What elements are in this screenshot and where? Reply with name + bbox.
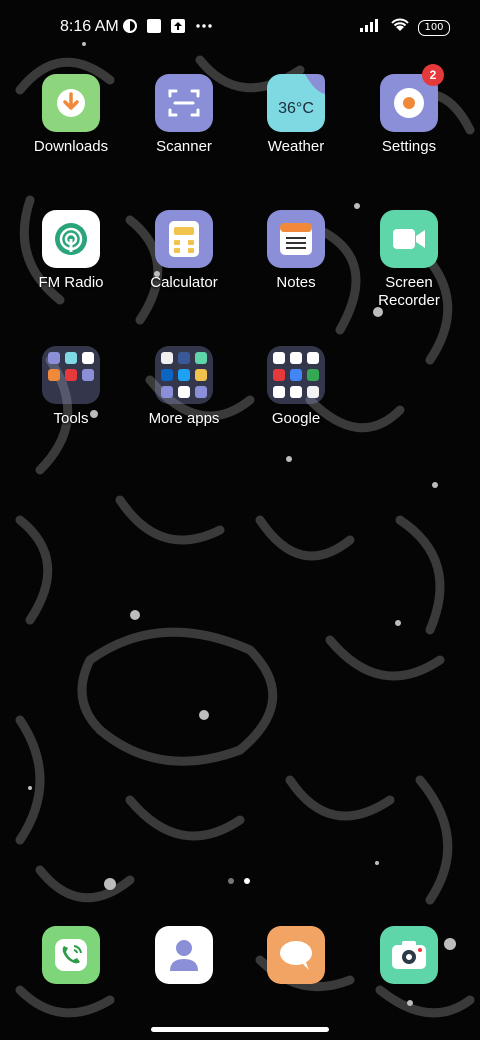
mini-app-icon [195,352,207,364]
mini-app-icon [273,386,285,398]
app-screen-recorder[interactable]: Screen Recorder [354,210,464,310]
status-right-icons: 100 [360,17,450,38]
signal-icon [360,18,382,37]
dock-phone[interactable] [16,926,126,984]
app-label: Settings [381,138,437,155]
folder-icon [42,346,100,404]
notification-square-icon [146,18,162,39]
mini-app-icon [307,352,319,364]
app-label: Google [271,410,321,427]
mini-app-icon [161,352,173,364]
battery-indicator: 100 [418,19,450,36]
mini-app-icon [273,369,285,381]
app-label: Calculator [150,274,218,291]
folder-tools[interactable]: Tools [16,346,126,428]
download-icon [42,74,100,132]
mini-app-icon [290,352,302,364]
status-notification-icons [122,18,214,39]
mini-app-icon [178,352,190,364]
app-label: Scanner [156,138,212,155]
mini-app-icon [195,386,207,398]
folder-icon [155,346,213,404]
status-time: 8:16 AM [60,18,119,35]
mini-app-icon [307,386,319,398]
contacts-icon [155,926,213,984]
video-camera-icon [380,210,438,268]
folder-more-apps[interactable]: More apps [129,346,239,428]
calculator-icon [155,210,213,268]
dock-camera[interactable] [354,926,464,984]
wallpaper [15,42,475,1018]
weather-icon: 36°C [267,74,325,132]
more-horizontal-icon [194,18,214,39]
page-dot[interactable] [228,878,234,884]
app-label: FM Radio [38,274,104,291]
mini-app-icon [273,352,285,364]
folder-google[interactable]: Google [241,346,351,428]
app-label: Screen Recorder [378,274,440,309]
app-fm-radio[interactable]: FM Radio [16,210,126,292]
mini-app-icon [178,386,190,398]
gear-icon: 2 [380,64,444,132]
scanner-icon [155,74,213,132]
app-label: Downloads [33,138,109,155]
notification-app-icon [122,18,138,39]
app-label: More apps [148,410,220,427]
radio-icon [42,210,100,268]
gesture-navigation-handle[interactable] [151,1027,329,1032]
app-label: Tools [53,410,89,427]
mini-app-icon [48,352,60,364]
camera-icon [380,926,438,984]
page-dot-active[interactable] [244,878,250,884]
mini-app-icon [48,369,60,381]
weather-temperature: 36°C [278,100,314,117]
app-settings[interactable]: 2 Settings [354,64,464,156]
dock-messages[interactable] [241,926,351,984]
notification-upload-icon [170,18,186,39]
app-weather[interactable]: 36°C Weather [241,74,351,156]
app-calculator[interactable]: Calculator [129,210,239,292]
mini-app-icon [307,369,319,381]
mini-app-icon [178,369,190,381]
app-label: Weather [267,138,325,155]
mini-app-icon [65,352,77,364]
message-bubble-icon [267,926,325,984]
app-notes[interactable]: Notes [241,210,351,292]
mini-app-icon [195,369,207,381]
mini-app-icon [161,386,173,398]
dock-contacts[interactable] [129,926,239,984]
status-bar: 8:16 AM 100 [0,0,480,56]
phone-icon [42,926,100,984]
mini-app-icon [161,369,173,381]
mini-app-icon [82,369,94,381]
notes-icon [267,210,325,268]
folder-icon [267,346,325,404]
wifi-icon [390,17,410,38]
page-indicator [228,878,250,884]
mini-app-icon [290,386,302,398]
app-label: Notes [276,274,316,291]
app-scanner[interactable]: Scanner [129,74,239,156]
mini-app-icon [82,352,94,364]
mini-app-icon [290,369,302,381]
app-downloads[interactable]: Downloads [16,74,126,156]
notification-badge: 2 [422,64,444,86]
mini-app-icon [65,369,77,381]
